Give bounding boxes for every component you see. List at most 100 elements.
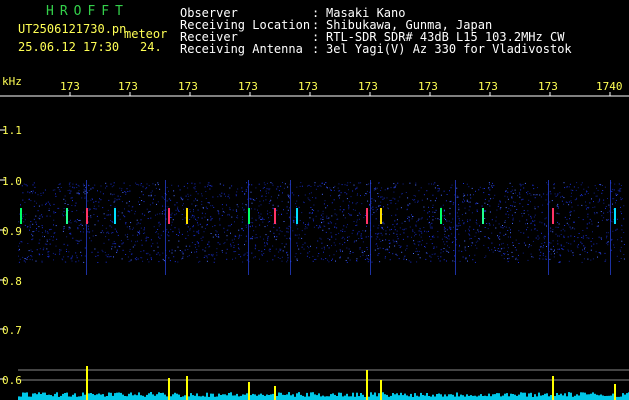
noise-pixel xyxy=(282,250,284,252)
noise-pixel xyxy=(349,259,351,261)
noise-pixel xyxy=(261,254,263,256)
noise-pixel xyxy=(567,249,569,251)
noise-pixel xyxy=(57,187,59,189)
noise-pixel xyxy=(581,237,583,238)
noise-pixel xyxy=(299,185,301,187)
noise-pixel xyxy=(576,198,577,200)
noise-pixel xyxy=(443,209,445,211)
level-bar xyxy=(598,395,600,400)
noise-pixel xyxy=(557,240,559,242)
noise-pixel xyxy=(267,221,269,223)
noise-pixel xyxy=(432,211,434,213)
noise-pixel xyxy=(235,195,237,197)
noise-pixel xyxy=(386,248,388,250)
noise-pixel xyxy=(593,243,595,245)
noise-pixel xyxy=(560,196,561,198)
noise-pixel xyxy=(182,256,184,258)
noise-pixel xyxy=(603,212,605,214)
noise-pixel xyxy=(21,241,23,243)
noise-pixel xyxy=(326,186,327,188)
noise-pixel xyxy=(372,206,374,208)
noise-pixel xyxy=(70,233,72,235)
noise-pixel xyxy=(206,257,208,259)
noise-pixel xyxy=(522,198,524,200)
noise-pixel xyxy=(338,190,340,192)
level-bar xyxy=(230,392,232,400)
noise-pixel xyxy=(221,192,223,194)
noise-pixel xyxy=(147,237,149,238)
noise-pixel xyxy=(104,217,106,219)
noise-pixel xyxy=(32,235,34,237)
noise-pixel xyxy=(380,190,382,191)
noise-pixel xyxy=(424,230,426,232)
level-bar xyxy=(26,392,28,400)
noise-pixel xyxy=(577,187,579,189)
noise-pixel xyxy=(187,199,189,201)
noise-pixel xyxy=(433,246,435,248)
noise-pixel xyxy=(502,242,504,244)
noise-pixel xyxy=(485,255,487,257)
noise-pixel xyxy=(179,250,181,251)
noise-pixel xyxy=(181,233,183,235)
noise-pixel xyxy=(128,200,130,202)
noise-pixel xyxy=(459,220,461,222)
noise-pixel xyxy=(452,260,454,262)
noise-pixel xyxy=(229,209,231,211)
noise-pixel xyxy=(347,224,348,226)
noise-pixel xyxy=(470,238,472,239)
noise-pixel xyxy=(107,254,109,256)
noise-pixel xyxy=(610,250,612,251)
noise-pixel xyxy=(207,224,208,225)
noise-pixel xyxy=(202,207,204,209)
noise-pixel xyxy=(373,188,375,190)
noise-pixel xyxy=(576,197,578,199)
noise-pixel xyxy=(101,230,103,232)
noise-pixel xyxy=(510,209,512,211)
noise-pixel xyxy=(201,217,203,219)
noise-pixel xyxy=(127,233,129,235)
noise-pixel xyxy=(276,229,278,231)
noise-pixel xyxy=(196,241,198,243)
noise-pixel xyxy=(222,208,224,210)
noise-pixel xyxy=(95,235,97,236)
noise-pixel xyxy=(68,221,70,223)
level-bar xyxy=(314,394,316,400)
noise-pixel xyxy=(619,249,621,251)
noise-pixel xyxy=(601,238,602,240)
level-bar xyxy=(582,392,584,400)
noise-pixel xyxy=(213,261,215,263)
noise-pixel xyxy=(464,194,466,196)
noise-pixel xyxy=(539,258,541,260)
spectrogram-plot xyxy=(0,92,629,400)
noise-pixel xyxy=(233,238,235,240)
noise-pixel xyxy=(72,200,73,202)
noise-pixel xyxy=(570,243,572,245)
noise-pixel xyxy=(584,246,586,248)
noise-pixel xyxy=(461,214,463,216)
noise-pixel xyxy=(544,235,546,237)
noise-pixel xyxy=(361,251,363,253)
noise-pixel xyxy=(379,238,381,240)
noise-pixel xyxy=(468,209,470,211)
level-bar xyxy=(474,395,476,400)
noise-pixel xyxy=(283,187,285,189)
noise-pixel xyxy=(343,209,345,211)
noise-pixel xyxy=(432,194,434,196)
level-bar xyxy=(172,394,174,400)
noise-pixel xyxy=(452,226,454,228)
noise-pixel xyxy=(179,189,181,191)
noise-pixel xyxy=(298,234,300,236)
noise-pixel xyxy=(433,236,435,238)
noise-pixel xyxy=(174,250,176,252)
level-bar xyxy=(478,395,480,400)
noise-pixel xyxy=(607,211,609,213)
noise-pixel xyxy=(322,219,324,220)
noise-pixel xyxy=(330,195,331,197)
noise-pixel xyxy=(362,230,364,232)
noise-pixel xyxy=(323,246,325,248)
noise-pixel xyxy=(420,218,422,220)
noise-pixel xyxy=(503,247,505,249)
noise-pixel xyxy=(568,250,570,252)
noise-pixel xyxy=(374,249,376,251)
noise-pixel xyxy=(620,190,622,192)
